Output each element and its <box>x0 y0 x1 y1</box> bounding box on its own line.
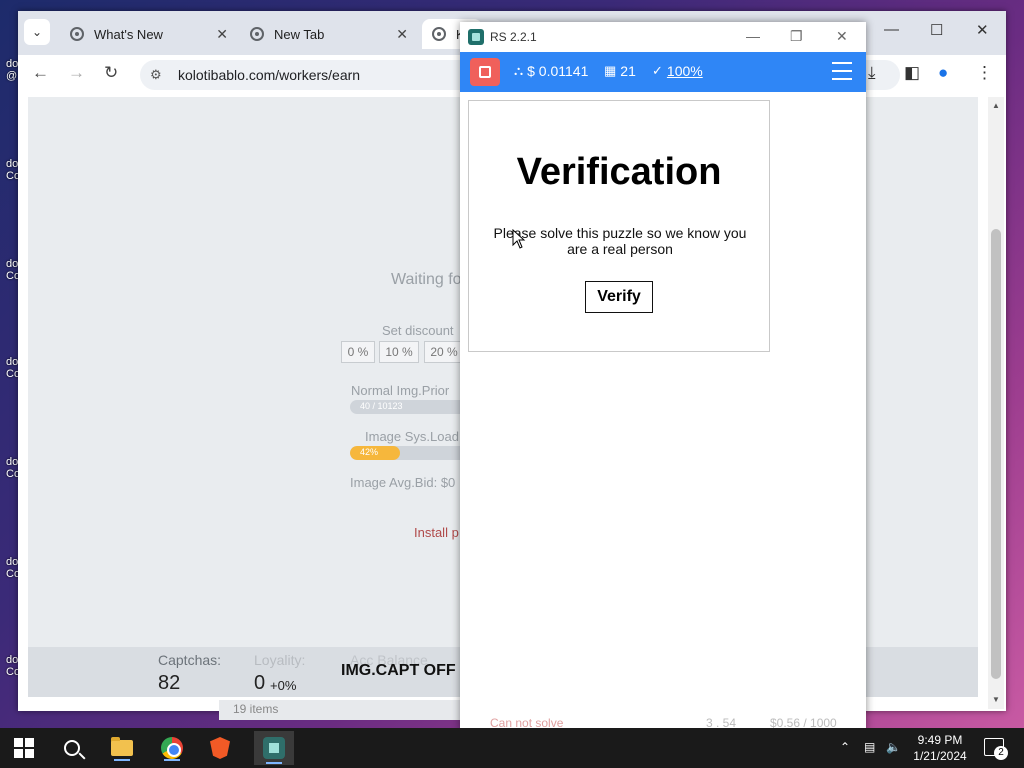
loyality-label: Loyality: <box>254 652 306 668</box>
hamburger-menu-icon[interactable] <box>832 62 852 80</box>
taskbar-chrome[interactable] <box>158 734 186 762</box>
search-icon <box>64 740 80 756</box>
rate-display[interactable]: ✓ 100% <box>652 63 703 79</box>
rs-title: RS 2.2.1 <box>490 30 537 44</box>
normal-priority-value: 40 / 10123 <box>360 401 403 411</box>
loyality-value: 0 <box>254 672 266 694</box>
back-icon[interactable]: ← <box>32 63 49 83</box>
items-strip: 19 items <box>219 700 460 720</box>
taskbar-rs[interactable] <box>254 731 294 765</box>
menu-kebab-icon[interactable]: ⋮ <box>976 63 993 83</box>
windows-logo-icon <box>14 738 34 758</box>
taskbar-file-explorer[interactable] <box>108 734 136 762</box>
chrome-favicon-icon <box>70 27 84 41</box>
chrome-icon <box>161 737 183 759</box>
clock-time: 9:49 PM <box>917 733 963 747</box>
rs-toolbar: ⛬ $ 0.01141 ▦ 21 ✓ 100% <box>460 52 866 92</box>
coins-icon: ⛬ <box>514 63 524 78</box>
chrome-favicon-icon <box>250 27 264 41</box>
normal-priority-label: Normal Img.Prior <box>351 383 450 398</box>
normal-priority-bar: 40 / 10123 <box>350 400 470 414</box>
system-clock[interactable]: 9:49 PM 1/21/2024 <box>910 732 970 764</box>
captchas-value: 82 <box>158 672 181 694</box>
check-circle-icon: ✓ <box>652 63 663 78</box>
folder-icon <box>111 737 133 756</box>
side-panel-icon[interactable]: ◧ <box>904 63 920 83</box>
rs-titlebar[interactable]: RS 2.2.1 — ❐ ✕ <box>460 22 866 52</box>
maximize-icon[interactable]: ☐ <box>930 21 943 39</box>
balance-value: $ 0.01141 <box>527 63 589 79</box>
waiting-text: Waiting fo <box>391 271 462 288</box>
scroll-up-icon[interactable]: ▲ <box>992 101 1000 110</box>
scroll-down-icon[interactable]: ▼ <box>992 695 1000 704</box>
taskbar: ⌃ ▤ 🔈 9:49 PM 1/21/2024 2 <box>0 728 1024 768</box>
discount-option-0[interactable]: 0 % <box>341 341 375 363</box>
images-display: ▦ 21 <box>604 63 636 79</box>
show-hidden-icons[interactable]: ⌃ <box>840 740 850 754</box>
minimize-icon[interactable]: — <box>746 28 760 44</box>
network-icon[interactable]: ▤ <box>864 740 875 754</box>
minimize-icon[interactable]: — <box>884 21 899 38</box>
img-capt-status: IMG.CAPT OFF <box>341 662 456 679</box>
rs-logo-icon <box>468 29 484 45</box>
restore-icon[interactable]: ❐ <box>790 28 803 45</box>
discount-option-10[interactable]: 10 % <box>379 341 419 363</box>
page-scrollbar[interactable]: ▲ ▼ <box>988 97 1004 709</box>
chevron-down-icon: ⌄ <box>31 25 43 39</box>
rs-app-icon <box>263 737 285 759</box>
verify-button[interactable]: Verify <box>585 281 653 313</box>
image-icon: ▦ <box>604 63 617 78</box>
kolotibablo-favicon-icon <box>432 27 446 41</box>
items-count: 19 items <box>233 702 279 716</box>
loyality-delta: +0% <box>270 678 297 693</box>
running-indicator <box>114 759 130 761</box>
set-discount-label: Set discount <box>382 323 454 338</box>
close-tab-icon[interactable]: ✕ <box>396 26 408 43</box>
sys-load-value: 42% <box>360 447 379 457</box>
close-window-icon[interactable]: ✕ <box>976 21 989 39</box>
forward-icon[interactable]: → <box>68 63 85 83</box>
balance-display: ⛬ $ 0.01141 <box>514 63 588 79</box>
search-button[interactable] <box>58 734 86 762</box>
stop-button[interactable] <box>470 58 500 86</box>
discount-option-20[interactable]: 20 % <box>424 341 464 363</box>
mouse-cursor-icon <box>512 229 526 249</box>
install-link[interactable]: Install p <box>414 525 459 540</box>
volume-muted-icon[interactable]: 🔈 <box>886 740 901 754</box>
site-info-icon[interactable]: ⚙ <box>150 67 170 83</box>
download-icon[interactable]: ⤓ <box>868 63 876 83</box>
rate-value[interactable]: 100% <box>667 63 703 79</box>
profile-icon[interactable]: ● <box>938 63 948 83</box>
stop-icon <box>479 66 491 78</box>
verification-title: Verification <box>516 151 722 193</box>
tab-new-tab[interactable]: New Tab ✕ <box>240 19 418 49</box>
url-text[interactable]: kolotibablo.com/workers/earn <box>178 67 360 83</box>
captchas-label: Captchas: <box>158 652 222 668</box>
reload-icon[interactable]: ↻ <box>104 63 118 83</box>
rs-window: RS 2.2.1 — ❐ ✕ ⛬ $ 0.01141 ▦ 21 ✓ 100% V… <box>460 22 866 732</box>
avg-bid-label: Image Avg.Bid: $0 <box>350 475 456 490</box>
sys-load-bar: 42% <box>350 446 470 460</box>
clock-date: 1/21/2024 <box>913 749 967 763</box>
images-value: 21 <box>620 63 636 79</box>
close-tab-icon[interactable]: ✕ <box>216 26 228 43</box>
scrollbar-thumb[interactable] <box>991 229 1001 679</box>
desktop-icon-label[interactable]: do @ <box>6 58 18 82</box>
running-indicator <box>164 759 180 761</box>
tab-search-dropdown[interactable]: ⌄ <box>24 19 50 45</box>
verification-frame: Verification Please solve this puzzle so… <box>468 100 770 352</box>
brave-icon <box>210 737 230 759</box>
taskbar-brave[interactable] <box>206 734 234 762</box>
running-indicator <box>266 762 282 764</box>
sys-load-label: Image Sys.Load <box>365 429 459 444</box>
tab-whats-new[interactable]: What's New ✕ <box>60 19 238 49</box>
tab-title: What's New <box>94 26 163 42</box>
close-window-icon[interactable]: ✕ <box>836 28 848 45</box>
notification-count: 2 <box>994 746 1008 760</box>
start-button[interactable] <box>10 734 38 762</box>
tab-title: New Tab <box>274 26 325 42</box>
